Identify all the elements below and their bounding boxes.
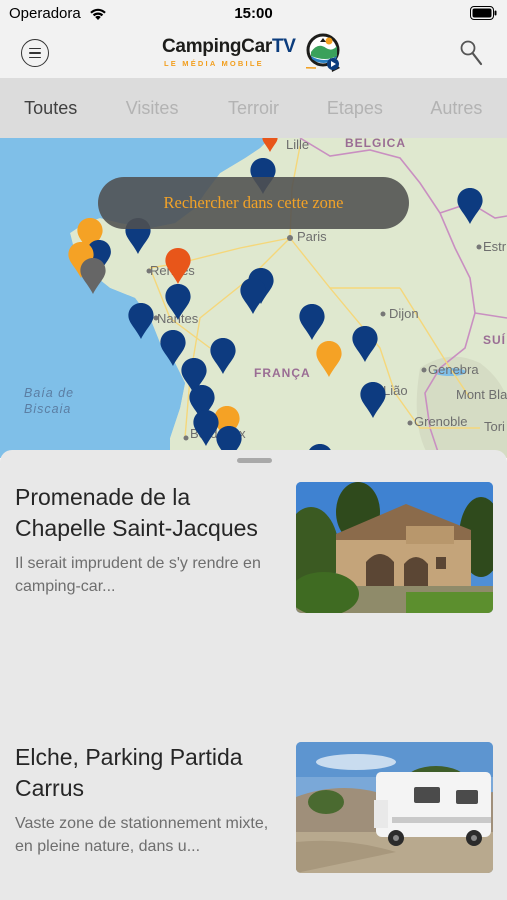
logo-title-main: CampingCar (162, 36, 272, 57)
map-label-mont-blanc: Mont Blanc (456, 387, 507, 402)
status-bar: Operadora 15:00 (0, 0, 507, 28)
card-title: Promenade de la Chapelle Saint-Jacques (15, 484, 258, 541)
list-item[interactable]: Promenade de la Chapelle Saint-Jacques I… (0, 480, 507, 720)
map-label-franca: FRANÇA (254, 366, 311, 380)
hamburger-line (29, 56, 41, 59)
map-label-suic: SUÍ (483, 332, 506, 347)
card-thumbnail (296, 742, 493, 873)
logo-subtitle: LE MÉDIA MOBILE (164, 59, 264, 68)
card-title: Elche, Parking Partida Carrus (15, 744, 243, 801)
sheet-drag-handle[interactable] (237, 458, 272, 463)
tab-autres[interactable]: Autres (406, 98, 507, 119)
card-description: Vaste zone de stationnement mixte, en pl… (15, 815, 269, 855)
tab-etapes[interactable]: Etapes (304, 98, 405, 119)
tab-toutes[interactable]: Toutes (0, 98, 101, 119)
list-item[interactable]: Elche, Parking Partida Carrus Vaste zone… (0, 740, 507, 890)
map-label-dijon: Dijon (389, 306, 419, 321)
logo-badge-icon (306, 33, 340, 72)
map-label-grenoble: Grenoble (414, 414, 467, 429)
logo-title-accent: TV (271, 36, 296, 57)
search-this-area-button[interactable]: Rechercher dans cette zone (98, 177, 409, 229)
map-label-belgica: BELGICA (345, 138, 406, 150)
logo-title: CampingCarTV (162, 36, 296, 58)
chapel-photo (296, 482, 493, 613)
hamburger-circle-icon (29, 47, 41, 50)
card-description: Il serait imprudent de s'y rendre en cam… (15, 555, 261, 595)
menu-button[interactable] (21, 39, 49, 67)
tab-visites[interactable]: Visites (101, 98, 202, 119)
map-label-baia-2: Biscaia (24, 402, 71, 416)
map-label-baia-1: Baía de (24, 386, 74, 400)
search-icon[interactable] (459, 39, 483, 67)
tab-terroir[interactable]: Terroir (203, 98, 304, 119)
map-label-paris: Paris (297, 229, 327, 244)
app-header: CampingCarTV LE MÉDIA MOBILE (0, 28, 507, 78)
app-logo: CampingCarTV LE MÉDIA MOBILE (160, 32, 350, 76)
map-label-torino: Tori (484, 419, 505, 434)
camper-photo (296, 742, 493, 873)
status-time: 15:00 (234, 5, 273, 22)
map-label-liao: Lião (383, 383, 408, 398)
hamburger-line (29, 52, 41, 54)
results-sheet: Promenade de la Chapelle Saint-Jacques I… (0, 450, 507, 900)
battery-icon (470, 6, 497, 20)
map-label-genebra: Genebra (428, 362, 479, 377)
map-label-estr: Estr (483, 239, 507, 254)
category-tabs: Toutes Visites Terroir Etapes Autres (0, 78, 507, 138)
map-label-lille: Lille (286, 138, 309, 152)
card-thumbnail (296, 482, 493, 613)
